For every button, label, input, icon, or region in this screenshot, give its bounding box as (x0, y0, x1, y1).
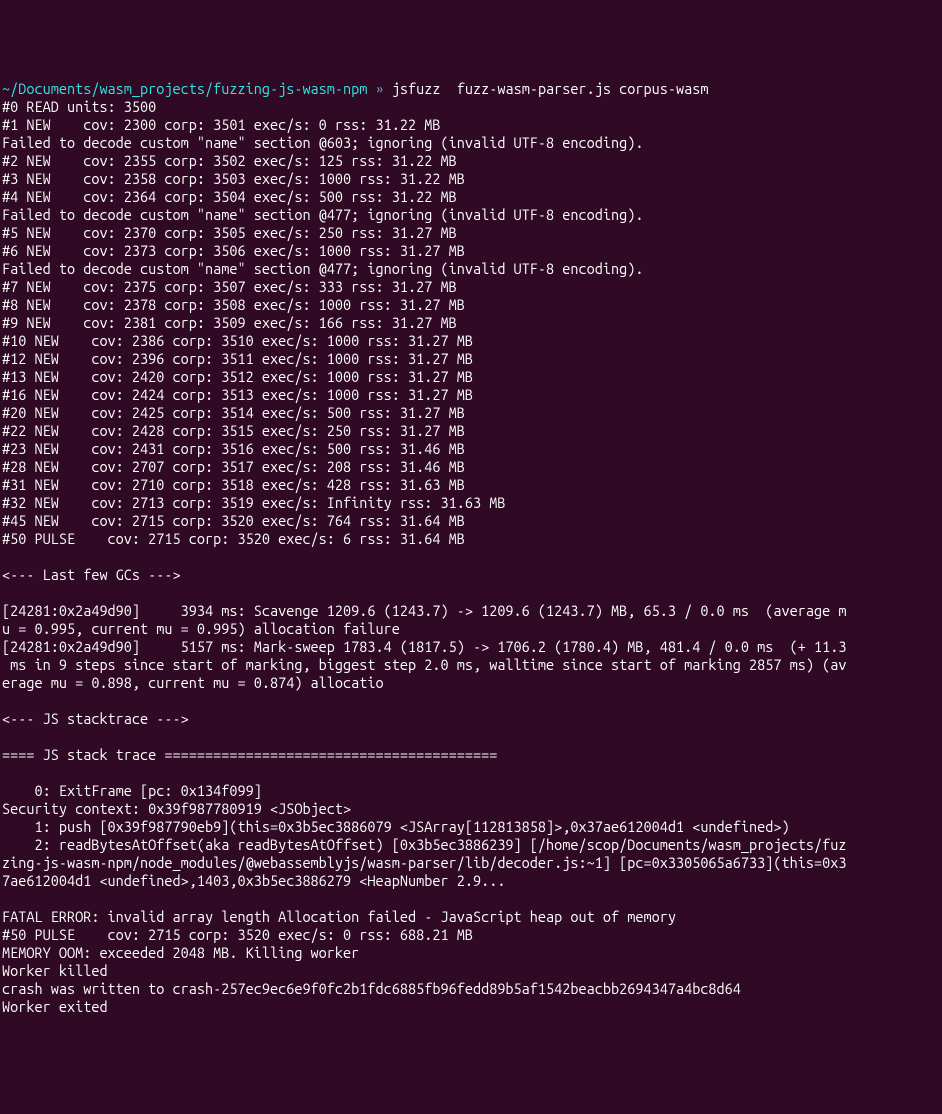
output-line: Worker killed (2, 962, 940, 980)
output-line: #5 NEW cov: 2370 corp: 3505 exec/s: 250 … (2, 224, 940, 242)
output-line: #6 NEW cov: 2373 corp: 3506 exec/s: 1000… (2, 242, 940, 260)
output-line: #31 NEW cov: 2710 corp: 3518 exec/s: 428… (2, 476, 940, 494)
output-line: #32 NEW cov: 2713 corp: 3519 exec/s: Inf… (2, 494, 940, 512)
output-line: 7ae612004d1 <undefined>,1403,0x3b5ec3886… (2, 872, 940, 890)
output-line: #12 NEW cov: 2396 corp: 3511 exec/s: 100… (2, 350, 940, 368)
output-line: ms in 9 steps since start of marking, bi… (2, 656, 940, 674)
output-lines: #0 READ units: 3500#1 NEW cov: 2300 corp… (2, 98, 940, 1016)
output-line: <--- JS stacktrace ---> (2, 710, 940, 728)
output-line: [24281:0x2a49d90] 3934 ms: Scavenge 1209… (2, 602, 940, 620)
output-line: #1 NEW cov: 2300 corp: 3501 exec/s: 0 rs… (2, 116, 940, 134)
output-line (2, 764, 940, 782)
output-line: Failed to decode custom "name" section @… (2, 206, 940, 224)
output-line (2, 728, 940, 746)
output-line (2, 548, 940, 566)
output-line: #7 NEW cov: 2375 corp: 3507 exec/s: 333 … (2, 278, 940, 296)
output-line: #16 NEW cov: 2424 corp: 3513 exec/s: 100… (2, 386, 940, 404)
command-text: jsfuzz fuzz-wasm-parser.js corpus-wasm (392, 80, 709, 97)
prompt-path: ~/Documents/wasm_projects/fuzzing-js-was… (2, 80, 367, 97)
output-line: <--- Last few GCs ---> (2, 566, 940, 584)
output-line: #45 NEW cov: 2715 corp: 3520 exec/s: 764… (2, 512, 940, 530)
output-line: crash was written to crash-257ec9ec6e9f0… (2, 980, 940, 998)
output-line: #9 NEW cov: 2381 corp: 3509 exec/s: 166 … (2, 314, 940, 332)
output-line: ==== JS stack trace ====================… (2, 746, 940, 764)
output-line: #50 PULSE cov: 2715 corp: 3520 exec/s: 6… (2, 530, 940, 548)
terminal-output[interactable]: ~/Documents/wasm_projects/fuzzing-js-was… (2, 80, 940, 1016)
output-line: erage mu = 0.898, current mu = 0.874) al… (2, 674, 940, 692)
output-line: u = 0.995, current mu = 0.995) allocatio… (2, 620, 940, 638)
output-line: zing-js-wasm-npm/node_modules/@webassemb… (2, 854, 940, 872)
output-line: #3 NEW cov: 2358 corp: 3503 exec/s: 1000… (2, 170, 940, 188)
output-line: #23 NEW cov: 2431 corp: 3516 exec/s: 500… (2, 440, 940, 458)
output-line: #10 NEW cov: 2386 corp: 3510 exec/s: 100… (2, 332, 940, 350)
output-line: [24281:0x2a49d90] 5157 ms: Mark-sweep 17… (2, 638, 940, 656)
output-line: #28 NEW cov: 2707 corp: 3517 exec/s: 208… (2, 458, 940, 476)
output-line: #0 READ units: 3500 (2, 98, 940, 116)
output-line: #13 NEW cov: 2420 corp: 3512 exec/s: 100… (2, 368, 940, 386)
output-line: #20 NEW cov: 2425 corp: 3514 exec/s: 500… (2, 404, 940, 422)
output-line: #22 NEW cov: 2428 corp: 3515 exec/s: 250… (2, 422, 940, 440)
output-line (2, 890, 940, 908)
output-line: 1: push [0x39f987790eb9](this=0x3b5ec388… (2, 818, 940, 836)
prompt-line: ~/Documents/wasm_projects/fuzzing-js-was… (2, 80, 708, 97)
output-line: Failed to decode custom "name" section @… (2, 134, 940, 152)
output-line (2, 584, 940, 602)
output-line: FATAL ERROR: invalid array length Alloca… (2, 908, 940, 926)
output-line: Failed to decode custom "name" section @… (2, 260, 940, 278)
output-line: #8 NEW cov: 2378 corp: 3508 exec/s: 1000… (2, 296, 940, 314)
output-line: #2 NEW cov: 2355 corp: 3502 exec/s: 125 … (2, 152, 940, 170)
output-line: Worker exited (2, 998, 940, 1016)
output-line (2, 692, 940, 710)
output-line: #50 PULSE cov: 2715 corp: 3520 exec/s: 0… (2, 926, 940, 944)
output-line: Security context: 0x39f987780919 <JSObje… (2, 800, 940, 818)
output-line: #4 NEW cov: 2364 corp: 3504 exec/s: 500 … (2, 188, 940, 206)
output-line: 2: readBytesAtOffset(aka readBytesAtOffs… (2, 836, 940, 854)
prompt-separator: » (367, 80, 391, 97)
output-line: 0: ExitFrame [pc: 0x134f099] (2, 782, 940, 800)
